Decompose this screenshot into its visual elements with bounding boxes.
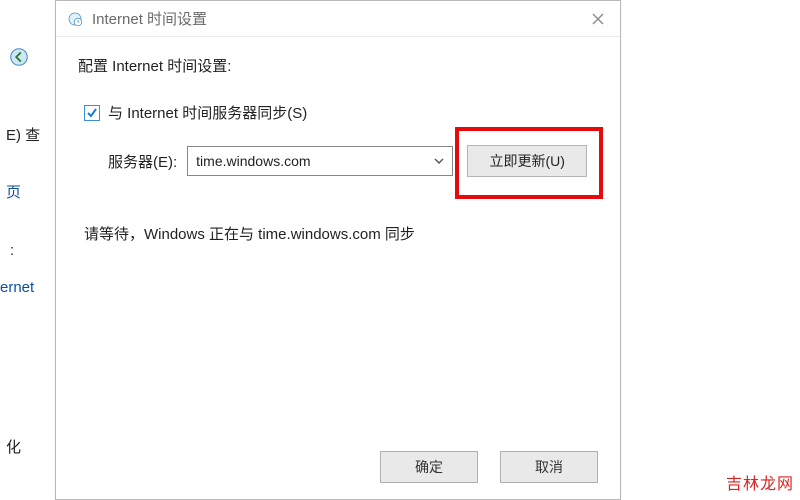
background-text-colon: : [0, 242, 60, 259]
background-text-edit: E) 查 [0, 124, 60, 145]
dialog-content: 配置 Internet 时间设置: 与 Internet 时间服务器同步(S) … [56, 37, 620, 244]
sync-checkbox-row[interactable]: 与 Internet 时间服务器同步(S) [84, 102, 598, 123]
sync-checkbox-label: 与 Internet 时间服务器同步(S) [108, 102, 307, 123]
cancel-button[interactable]: 取消 [500, 451, 598, 483]
dialog-title: Internet 时间设置 [92, 8, 207, 29]
dialog-button-row: 确定 取消 [380, 451, 598, 483]
server-combobox[interactable]: time.windows.com [187, 146, 453, 176]
internet-time-settings-dialog: Internet 时间设置 配置 Internet 时间设置: 与 Intern… [55, 0, 621, 500]
background-text-hua: 化 [0, 436, 60, 457]
server-label: 服务器(E): [108, 151, 177, 172]
close-button[interactable] [584, 5, 612, 33]
ok-button[interactable]: 确定 [380, 451, 478, 483]
clock-globe-icon [66, 10, 84, 28]
dialog-titlebar: Internet 时间设置 [56, 1, 620, 37]
ok-button-label: 确定 [415, 457, 443, 477]
dialog-heading: 配置 Internet 时间设置: [78, 55, 598, 76]
watermark-text: 吉林龙网 [726, 470, 794, 494]
sync-checkbox[interactable] [84, 105, 100, 121]
sync-status-text: 请等待，Windows 正在与 time.windows.com 同步 [84, 223, 598, 244]
globe-back-icon [8, 46, 30, 72]
update-now-button[interactable]: 立即更新(U) [467, 145, 587, 177]
background-window: E) 查 页 : ernet 化 [0, 0, 60, 500]
server-value: time.windows.com [196, 153, 310, 169]
chevron-down-icon [434, 153, 444, 169]
update-now-label: 立即更新(U) [489, 151, 564, 171]
background-text-page: 页 [0, 181, 60, 202]
cancel-button-label: 取消 [535, 457, 563, 477]
background-text-ernet: ernet [0, 279, 60, 296]
